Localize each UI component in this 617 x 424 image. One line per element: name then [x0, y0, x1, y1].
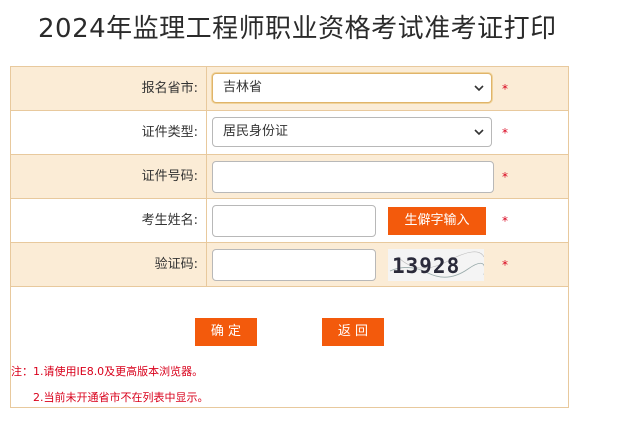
captcha-row: 验证码: 13928 *	[11, 243, 568, 287]
required-star: *	[502, 170, 508, 184]
back-button[interactable]: 返 回	[322, 318, 384, 346]
name-row: 考生姓名: 生僻字输入 *	[11, 199, 568, 243]
id-type-select[interactable]: 居民身份证	[212, 117, 492, 147]
chevron-down-icon	[474, 129, 484, 136]
province-label: 报名省市:	[11, 67, 207, 110]
province-select-value: 吉林省	[223, 80, 263, 95]
id-number-label: 证件号码:	[11, 155, 207, 198]
captcha-image[interactable]: 13928	[388, 249, 484, 281]
confirm-button[interactable]: 确 定	[195, 318, 257, 346]
province-select[interactable]: 吉林省	[212, 73, 492, 103]
name-input[interactable]	[212, 205, 376, 237]
id-type-label: 证件类型:	[11, 111, 207, 154]
required-star: *	[502, 82, 508, 96]
province-row: 报名省市: 吉林省 *	[11, 67, 568, 111]
id-type-select-value: 居民身份证	[223, 124, 289, 139]
required-star: *	[502, 258, 508, 272]
admission-ticket-form: 报名省市: 吉林省 * 证件类型: 居民身份证 * 证件号码: * 考生姓名: …	[10, 66, 569, 408]
id-type-row: 证件类型: 居民身份证 *	[11, 111, 568, 155]
id-number-row: 证件号码: *	[11, 155, 568, 199]
note-line-2: 2.当前未开通省市不在列表中显示。	[33, 391, 209, 404]
id-number-input[interactable]	[212, 161, 494, 193]
required-star: *	[502, 214, 508, 228]
name-label: 考生姓名:	[11, 199, 207, 242]
chevron-down-icon	[474, 85, 484, 92]
page-title: 2024年监理工程师职业资格考试准考证打印	[38, 14, 557, 44]
note-line-1: 注：1.请使用IE8.0及更高版本浏览器。	[11, 365, 204, 378]
captcha-label: 验证码:	[11, 243, 207, 286]
captcha-text: 13928	[392, 254, 460, 278]
captcha-input[interactable]	[212, 249, 376, 281]
rare-char-input-button[interactable]: 生僻字输入	[388, 207, 486, 235]
required-star: *	[502, 126, 508, 140]
